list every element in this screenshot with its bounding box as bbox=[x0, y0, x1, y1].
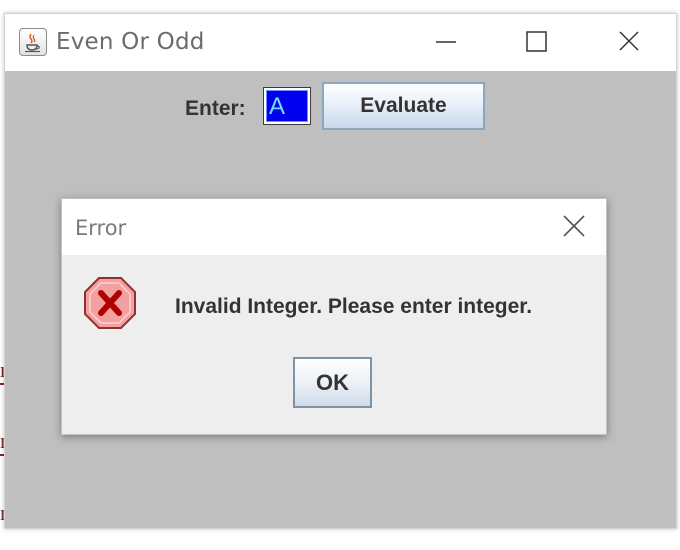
close-icon[interactable] bbox=[560, 212, 588, 240]
enter-label: Enter: bbox=[185, 97, 246, 120]
dialog-title: Error bbox=[75, 216, 127, 240]
error-message: Invalid Integer. Please enter integer. bbox=[175, 295, 533, 318]
dialog-title-bar[interactable]: Error bbox=[62, 199, 606, 255]
number-input[interactable]: A bbox=[263, 87, 311, 125]
title-bar[interactable]: Even Or Odd bbox=[5, 14, 676, 71]
window-title: Even Or Odd bbox=[56, 29, 205, 55]
evaluate-button[interactable]: Evaluate bbox=[322, 82, 485, 130]
error-icon bbox=[82, 275, 138, 331]
minimize-icon[interactable] bbox=[424, 22, 468, 62]
close-icon[interactable] bbox=[607, 22, 651, 62]
maximize-icon[interactable] bbox=[515, 22, 559, 62]
java-app-icon[interactable] bbox=[19, 28, 47, 56]
input-value[interactable]: A bbox=[266, 90, 308, 122]
error-dialog: Error Invalid Integer. Please enter inte… bbox=[61, 198, 607, 435]
ok-button[interactable]: OK bbox=[293, 357, 372, 408]
